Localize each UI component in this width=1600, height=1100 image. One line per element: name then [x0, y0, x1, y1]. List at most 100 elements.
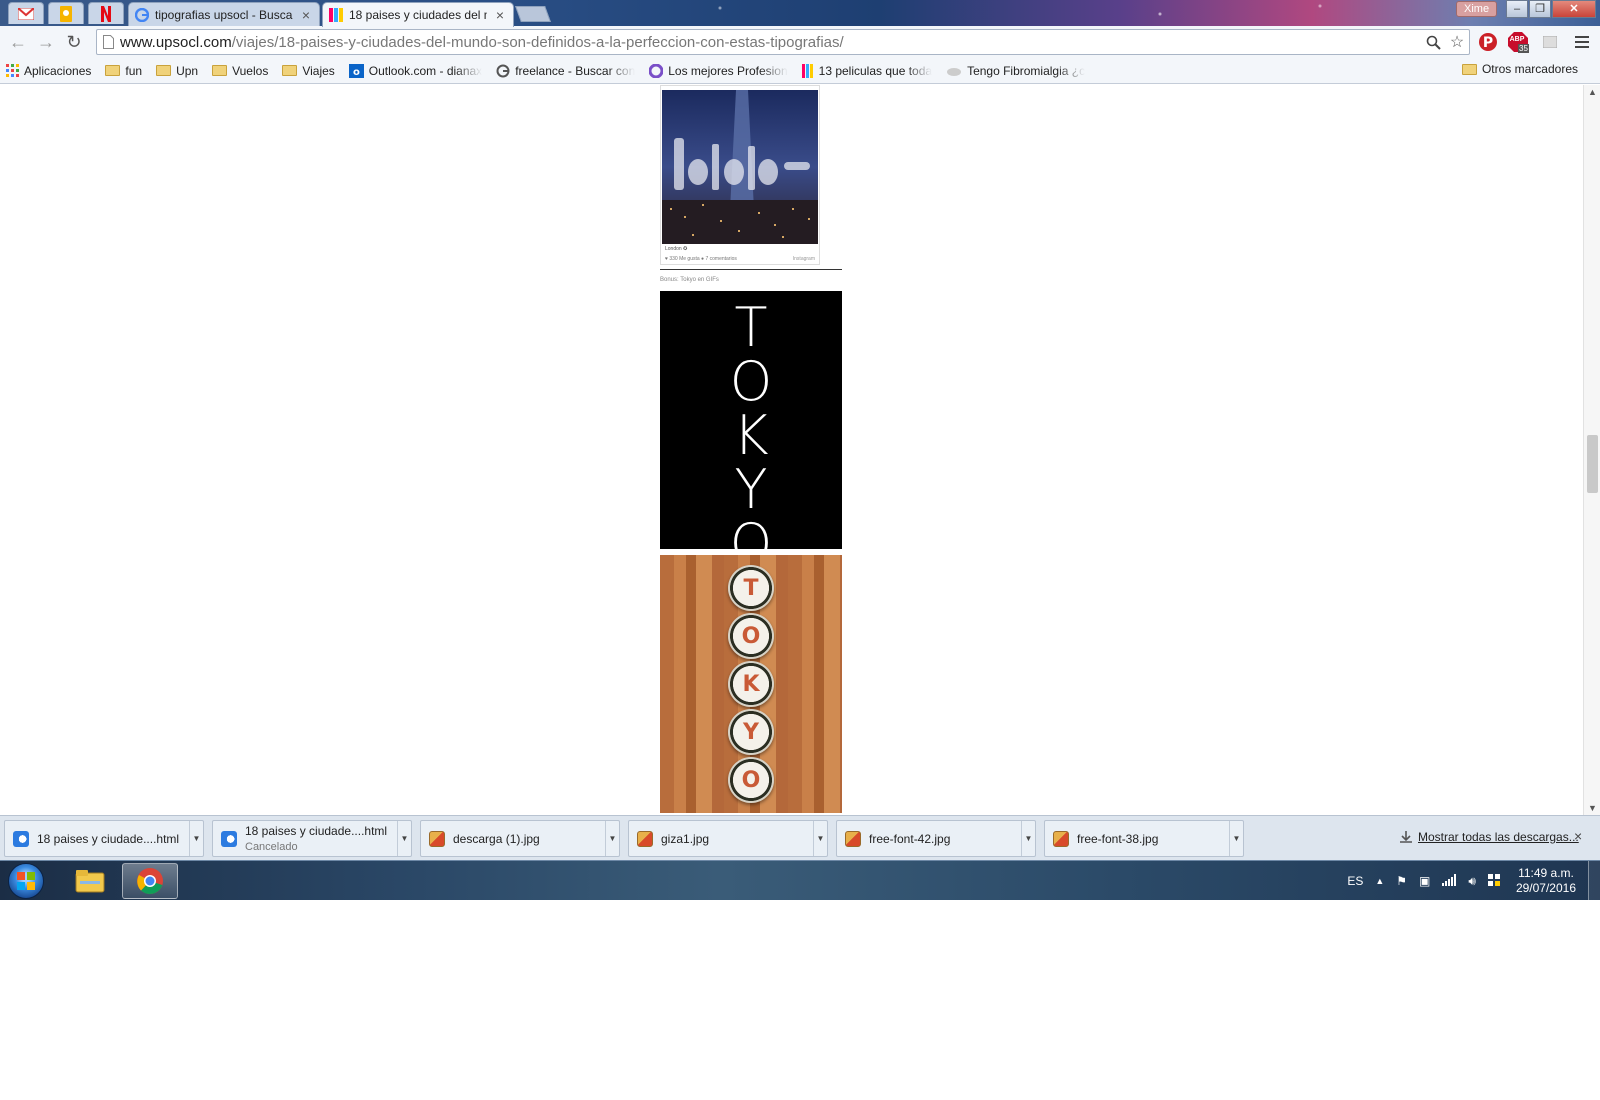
sushi-roll: Y	[728, 709, 774, 755]
bookmark-label: fun	[125, 63, 143, 78]
scroll-down-icon[interactable]: ▼	[1588, 803, 1597, 813]
post-stats: ♥ 330 Me gusta ● 7 comentarios	[665, 256, 737, 262]
chevron-down-icon[interactable]: ▼	[813, 821, 827, 856]
chevron-down-icon[interactable]: ▼	[1021, 821, 1035, 856]
taskbar-explorer[interactable]	[62, 863, 118, 899]
star-icon[interactable]: ☆	[1445, 30, 1469, 54]
network-signal-icon[interactable]	[1442, 873, 1457, 889]
scroll-up-icon[interactable]: ▲	[1588, 87, 1597, 97]
back-button[interactable]: ←	[4, 28, 32, 56]
menu-icon[interactable]	[1570, 30, 1594, 54]
title-bar: tipografias upsocl - Buscar × 18 paises …	[0, 0, 1600, 27]
extension-placeholder-icon[interactable]	[1538, 30, 1562, 54]
tab-title: 18 paises y ciudades del mundo	[349, 8, 487, 22]
chevron-down-icon[interactable]: ▼	[1229, 821, 1243, 856]
system-tray: ES ▲ ⚑ ▣ 🔊︎ 11:49 a.m. 29/07/2016	[1341, 861, 1600, 900]
image-file-icon	[845, 830, 861, 847]
tab-google-search[interactable]: tipografias upsocl - Buscar ×	[128, 2, 320, 26]
page-icon	[103, 35, 114, 49]
show-all-downloads-link[interactable]: Mostrar todas las descargas...	[1400, 830, 1579, 844]
bookmark-peliculas[interactable]: 13 peliculas que toda	[801, 63, 932, 78]
download-item[interactable]: descarga (1).jpg ▼	[420, 820, 620, 857]
bookmark-outlook[interactable]: o Outlook.com - dianax	[348, 63, 483, 78]
bookmark-folder-viajes[interactable]: Viajes	[282, 63, 335, 78]
bookmark-freelance[interactable]: freelance - Buscar con	[496, 64, 635, 78]
download-filename: free-font-38.jpg	[1077, 831, 1159, 846]
download-status: Cancelado	[245, 840, 298, 853]
download-filename: 18 paises y ciudade....html	[37, 831, 180, 846]
show-desktop-button[interactable]	[1588, 861, 1600, 900]
tab-upsocl-article[interactable]: 18 paises y ciudades del mundo ×	[322, 2, 514, 27]
tab-title: tipografias upsocl - Buscar	[155, 7, 293, 22]
windows-logo-icon	[17, 872, 35, 890]
language-indicator[interactable]: ES	[1347, 874, 1363, 888]
download-item[interactable]: free-font-38.jpg ▼	[1044, 820, 1244, 857]
vertical-scrollbar[interactable]: ▲ ▼	[1583, 85, 1600, 815]
bookmark-aplicaciones[interactable]: Aplicaciones	[6, 64, 91, 78]
chevron-down-icon[interactable]: ▼	[605, 821, 619, 856]
restore-button[interactable]: ❐	[1529, 0, 1551, 18]
minimize-button[interactable]: ‒	[1506, 0, 1528, 18]
zoom-icon[interactable]	[1421, 30, 1445, 54]
profile-badge[interactable]: Xime	[1456, 1, 1498, 17]
close-icon[interactable]: ×	[1574, 828, 1582, 844]
clock[interactable]: 11:49 a.m. 29/07/2016	[1516, 866, 1576, 896]
image-file-icon	[637, 830, 653, 847]
scroll-thumb[interactable]	[1587, 435, 1598, 493]
upsocl-icon	[801, 63, 813, 78]
bookmark-folder-vuelos[interactable]: Vuelos	[212, 64, 268, 78]
address-bar[interactable]: www.upsocl.com/viajes/18-paises-y-ciudad…	[96, 29, 1470, 55]
download-item[interactable]: 18 paises y ciudade....html Cancelado ▼	[212, 820, 412, 857]
sushi-roll: O	[728, 757, 774, 803]
new-tab-button[interactable]	[515, 6, 551, 22]
post-source[interactable]: Instagram	[793, 256, 815, 262]
image-file-icon	[429, 830, 445, 847]
pinned-tab-netflix[interactable]	[88, 2, 124, 24]
close-window-button[interactable]: ✕	[1552, 0, 1596, 18]
chrome-icon	[137, 868, 163, 895]
bookmark-folder-fun[interactable]: fun	[105, 64, 142, 78]
chevron-down-icon[interactable]: ▼	[397, 821, 411, 856]
folder-icon	[212, 65, 228, 76]
windows-update-icon[interactable]	[1487, 873, 1500, 889]
reload-button[interactable]: ↻	[60, 28, 88, 56]
bookmark-profesionales[interactable]: Los mejores Profesion	[649, 63, 788, 78]
close-icon[interactable]: ×	[299, 7, 313, 23]
bookmark-otros-marcadores[interactable]: Otros marcadores	[1461, 62, 1578, 76]
start-button[interactable]	[8, 863, 44, 899]
show-hidden-icons-icon[interactable]: ▲	[1375, 876, 1384, 886]
tokyo-sushi-image[interactable]: T O K Y O	[660, 555, 842, 813]
adblock-plus-icon[interactable]: ABP 35	[1506, 30, 1530, 54]
download-item[interactable]: free-font-42.jpg ▼	[836, 820, 1036, 857]
london-image[interactable]	[662, 90, 818, 244]
google-icon	[496, 64, 510, 77]
bookmark-folder-upn[interactable]: Upn	[156, 64, 198, 78]
post-caption: London ✪	[665, 246, 688, 252]
arrow-left-icon: ←	[9, 31, 27, 52]
pinned-tab-keep[interactable]	[48, 2, 84, 24]
bookmark-label: Outlook.com - dianax	[368, 63, 483, 78]
download-item[interactable]: giza1.jpg ▼	[628, 820, 828, 857]
bookmark-fibromialgia[interactable]: Tengo Fibromialgia ¿c	[946, 64, 1085, 78]
svg-text:o: o	[353, 67, 360, 78]
pinterest-icon[interactable]: P	[1476, 30, 1500, 54]
forward-button[interactable]: →	[32, 28, 60, 56]
screen: tipografias upsocl - Buscar × 18 paises …	[0, 0, 1600, 900]
outlook-icon: o	[348, 63, 364, 78]
divider	[660, 269, 842, 270]
pinned-tab-gmail[interactable]	[8, 2, 44, 24]
close-icon[interactable]: ×	[493, 7, 507, 23]
device-icon[interactable]: ▣	[1419, 874, 1430, 888]
url-text[interactable]: www.upsocl.com/viajes/18-paises-y-ciudad…	[120, 34, 1421, 51]
action-center-flag-icon[interactable]: ⚑	[1396, 874, 1407, 888]
chevron-down-icon[interactable]: ▼	[189, 821, 203, 856]
tokyo-letter: Y	[734, 458, 768, 521]
sushi-roll: O	[728, 613, 774, 659]
volume-icon[interactable]: 🔊︎	[1468, 874, 1476, 889]
bookmark-label: Los mejores Profesion	[668, 63, 788, 78]
abp-label: ABP	[1509, 36, 1525, 43]
bookmark-label: Viajes	[302, 63, 335, 78]
tokyo-typography-image[interactable]: T O K Y O	[660, 291, 842, 571]
taskbar-chrome[interactable]	[122, 863, 178, 899]
download-item[interactable]: 18 paises y ciudade....html ▼	[4, 820, 204, 857]
